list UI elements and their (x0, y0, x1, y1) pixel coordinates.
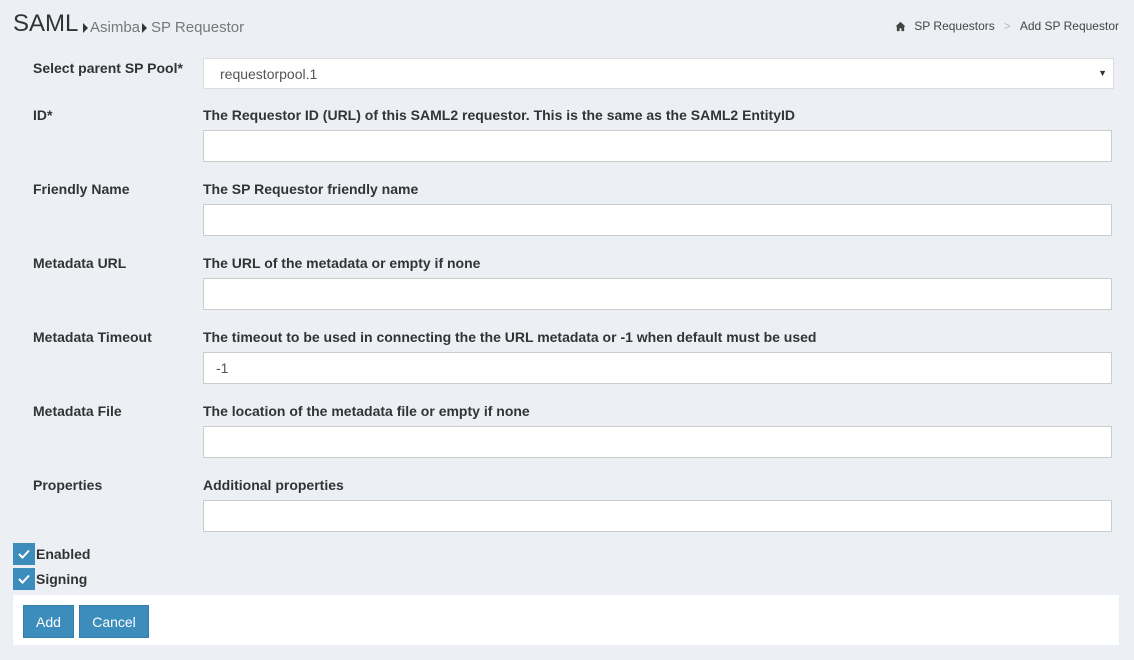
form-footer: Add Cancel (13, 595, 1119, 645)
breadcrumb-arrow-icon (142, 22, 147, 33)
metadata-url-input[interactable] (203, 278, 1112, 310)
chevron-down-icon: ▼ (1098, 68, 1107, 78)
breadcrumb: SP Requestors > Add SP Requestor (895, 19, 1119, 33)
id-input[interactable] (203, 130, 1112, 162)
breadcrumb-add-sp-requestor: Add SP Requestor (1019, 19, 1119, 33)
add-button[interactable]: Add (23, 605, 74, 638)
friendly-name-help: The SP Requestor friendly name (203, 181, 419, 197)
metadata-timeout-input[interactable] (203, 352, 1112, 384)
breadcrumb-asimba-label: Asimba (90, 19, 141, 36)
page-header: SAML Asimba SP Requestor SP Requestors >… (0, 0, 1134, 48)
signing-checkbox[interactable] (13, 568, 35, 590)
page-title: SAML (13, 10, 79, 37)
friendly-name-input[interactable] (203, 204, 1112, 236)
breadcrumb-sp-requestor: SP Requestor (142, 19, 244, 36)
metadata-file-help: The location of the metadata file or emp… (203, 403, 530, 419)
properties-input[interactable] (203, 500, 1112, 532)
signing-label: Signing (36, 571, 88, 587)
breadcrumb-asimba: Asimba (83, 19, 140, 36)
breadcrumb-separator: > (1003, 19, 1011, 33)
properties-label: Properties (33, 477, 103, 493)
pool-select[interactable]: requestorpool.1 ▼ (203, 58, 1114, 89)
properties-help: Additional properties (203, 477, 344, 493)
enabled-checkbox[interactable] (13, 543, 35, 565)
breadcrumb-sp-requestor-label: SP Requestor (151, 19, 245, 36)
metadata-timeout-label: Metadata Timeout (33, 329, 152, 345)
enabled-checkbox-row[interactable]: Enabled (13, 543, 90, 565)
metadata-file-label: Metadata File (33, 403, 122, 419)
breadcrumb-arrow-icon (83, 22, 88, 33)
home-icon[interactable] (895, 21, 906, 32)
cancel-button[interactable]: Cancel (79, 605, 149, 638)
enabled-label: Enabled (36, 546, 91, 562)
id-help: The Requestor ID (URL) of this SAML2 req… (203, 107, 795, 123)
pool-select-value: requestorpool.1 (220, 65, 318, 82)
signing-checkbox-row[interactable]: Signing (13, 568, 87, 590)
breadcrumb-sp-requestors-link[interactable]: SP Requestors (914, 19, 995, 33)
id-label: ID* (33, 107, 53, 123)
friendly-name-label: Friendly Name (33, 181, 130, 197)
metadata-url-help: The URL of the metadata or empty if none (203, 255, 481, 271)
checkmark-icon (18, 549, 30, 559)
checkmark-icon (18, 574, 30, 584)
metadata-file-input[interactable] (203, 426, 1112, 458)
metadata-url-label: Metadata URL (33, 255, 127, 271)
metadata-timeout-help: The timeout to be used in connecting the… (203, 329, 817, 345)
pool-label: Select parent SP Pool* (33, 60, 183, 76)
